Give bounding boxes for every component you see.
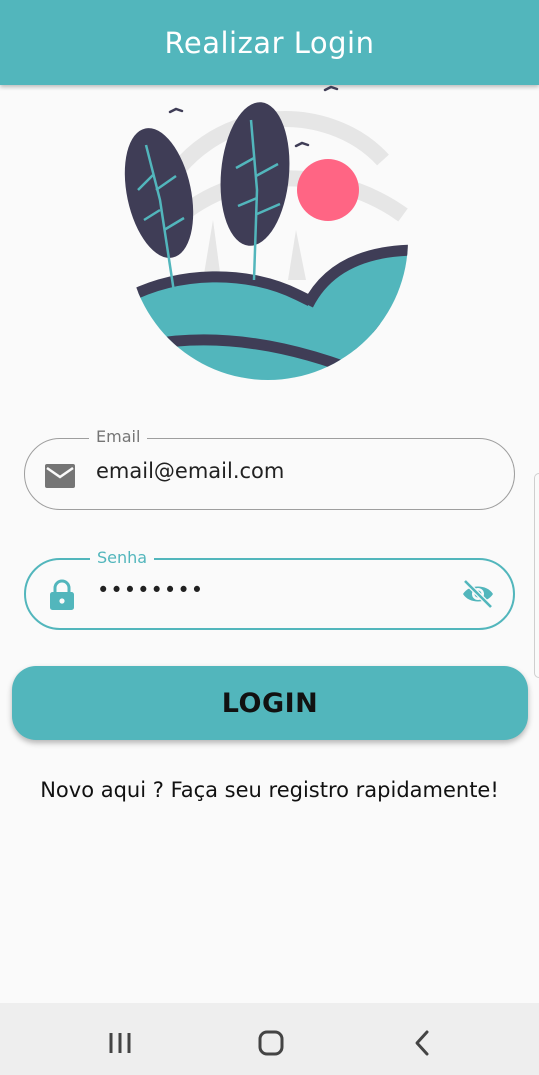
eye-off-icon[interactable] [461, 578, 495, 610]
login-button-label: LOGIN [221, 687, 319, 719]
app-bar: Realizar Login [0, 0, 539, 85]
mail-icon [45, 464, 75, 488]
edge-panel-handle[interactable] [534, 473, 539, 678]
email-field[interactable]: Email email@email.com [24, 427, 515, 510]
page-title: Realizar Login [164, 25, 375, 60]
hills [128, 244, 408, 380]
email-input[interactable]: email@email.com [96, 459, 284, 483]
home-icon[interactable] [251, 1023, 291, 1063]
system-nav-bar [0, 1003, 539, 1075]
password-input[interactable]: •••••••• [97, 578, 204, 602]
email-label: Email [89, 427, 148, 446]
password-field[interactable]: Senha •••••••• [24, 548, 515, 630]
lock-icon [50, 579, 74, 610]
register-link[interactable]: Novo aqui ? Faça seu registro rapidament… [0, 778, 539, 802]
password-label: Senha [90, 548, 155, 567]
sun [297, 159, 359, 221]
login-illustration [124, 85, 408, 380]
login-button[interactable]: LOGIN [12, 666, 528, 740]
recent-apps-icon[interactable] [100, 1023, 140, 1063]
back-icon[interactable] [403, 1023, 443, 1063]
